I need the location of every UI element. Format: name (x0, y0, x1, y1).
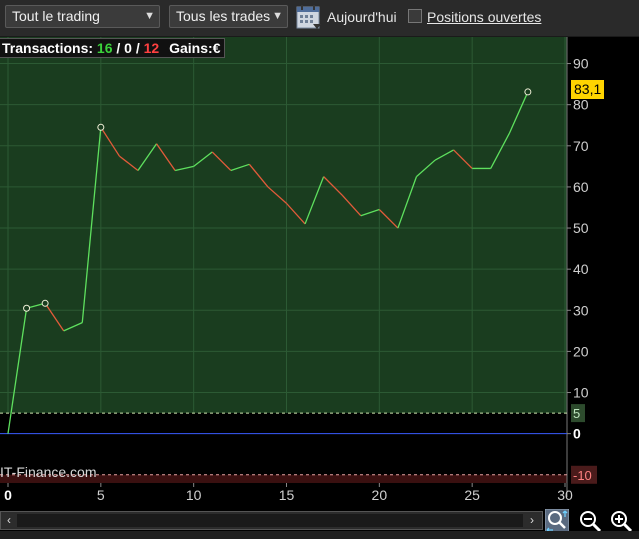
zoom-fit-icon[interactable] (545, 509, 569, 533)
horizontal-scrollbar[interactable]: ‹ › (0, 511, 543, 530)
x-tick-label: 30 (557, 487, 573, 503)
y-tick-label: 0 (573, 426, 581, 442)
x-tick-label: 5 (97, 487, 105, 503)
data-point (23, 304, 31, 312)
separator: / (135, 40, 140, 56)
y-tick-label: 90 (573, 56, 589, 72)
scroll-right-icon[interactable]: › (525, 513, 539, 528)
losing-trades-count: 12 (143, 40, 160, 56)
equity-chart[interactable]: 90 80 70 60 50 40 30 20 10 0 5 -10 0 5 10 15 20 25 30 (0, 37, 639, 510)
data-point (97, 123, 105, 131)
bottom-panel-edge (0, 531, 639, 539)
y-tick-label: 30 (573, 302, 589, 318)
open-positions-checkbox[interactable] (408, 9, 422, 23)
open-positions-label[interactable]: Positions ouvertes (427, 9, 541, 25)
currency-symbol: € (212, 40, 221, 56)
chevron-down-icon: ▼ (272, 10, 283, 22)
y-tick-label: 40 (573, 261, 589, 277)
transactions-summary: Transactions: 16 / 0 / 12 Gains:€ (0, 38, 226, 58)
winning-trades-count: 16 (96, 40, 113, 56)
reference-label: -10 (573, 468, 592, 483)
x-tick-label: 25 (464, 487, 480, 503)
brand-watermark: IT-Finance.com (0, 464, 97, 480)
neutral-trades-count: 0 (124, 40, 132, 56)
trades-select-value: Tous les trades (176, 8, 271, 24)
x-tick-label: 20 (372, 487, 388, 503)
x-tick-label: 0 (4, 487, 12, 503)
y-tick-label: 80 (573, 97, 589, 113)
data-point (41, 299, 49, 307)
today-label[interactable]: Aujourd'hui (327, 9, 397, 25)
calendar-icon[interactable] (296, 4, 322, 30)
transactions-label: Transactions: (2, 40, 94, 56)
last-value-badge: 83,1 (571, 80, 605, 99)
zoom-in-icon[interactable] (609, 509, 633, 533)
scroll-left-icon[interactable]: ‹ (2, 513, 16, 528)
equity-chart-svg: 90 80 70 60 50 40 30 20 10 0 5 -10 0 5 10 15 20 25 30 (0, 37, 597, 503)
chevron-down-icon: ▼ (144, 10, 155, 22)
zoom-out-icon[interactable] (578, 509, 602, 533)
x-tick-label: 10 (186, 487, 202, 503)
y-tick-label: 60 (573, 179, 589, 195)
y-tick-label: 10 (573, 385, 589, 401)
toolbar: Tout le trading ▼ Tous les trades ▼ Aujo… (0, 0, 639, 37)
y-tick-label: 20 (573, 343, 589, 359)
x-tick-label: 15 (279, 487, 295, 503)
scrollbar-track[interactable] (17, 514, 523, 527)
scope-select-value: Tout le trading (12, 8, 100, 24)
separator: / (116, 40, 121, 56)
positive-zone (0, 37, 567, 414)
data-point (524, 88, 532, 96)
reference-label: 5 (573, 406, 580, 421)
gains-label: Gains: (169, 40, 213, 56)
trades-select[interactable]: Tous les trades ▼ (169, 5, 288, 28)
y-tick-label: 50 (573, 220, 589, 236)
y-tick-label: 70 (573, 138, 589, 154)
scope-select[interactable]: Tout le trading ▼ (5, 5, 160, 28)
